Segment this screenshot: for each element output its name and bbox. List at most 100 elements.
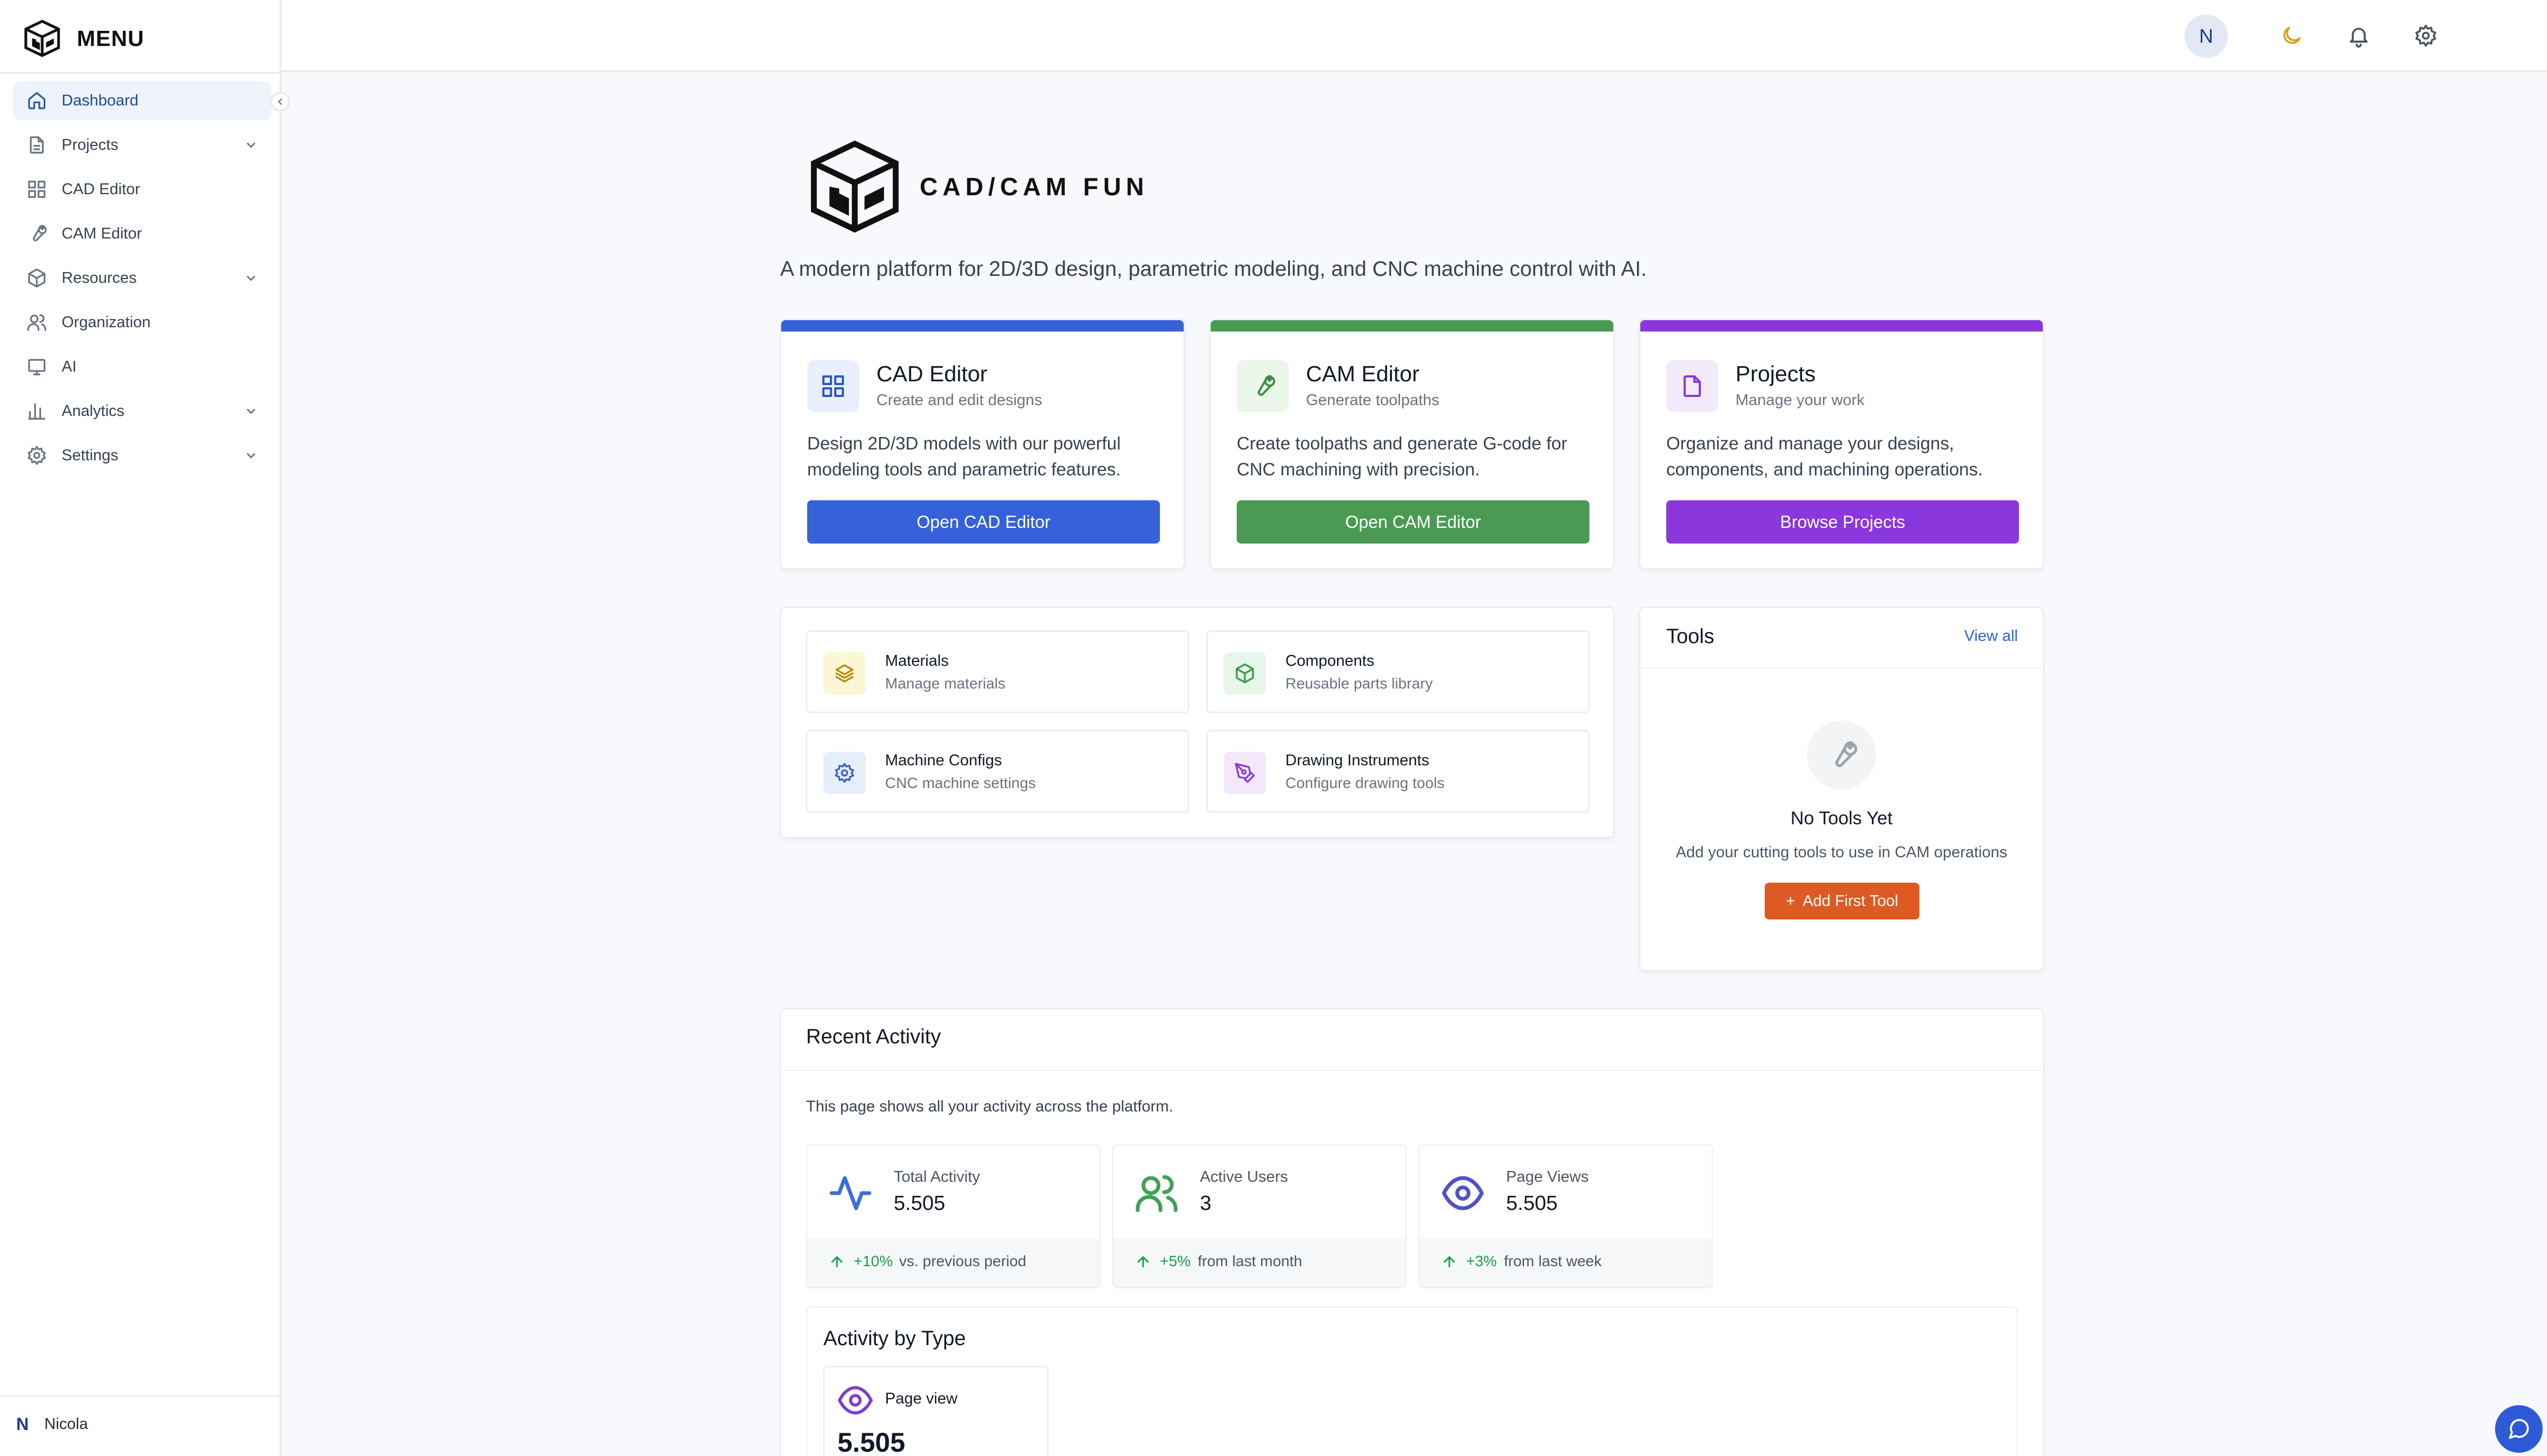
sidebar-item-dashboard[interactable]: Dashboard [13,81,272,120]
gear-icon[interactable] [2412,22,2440,50]
activity-by-type-title: Activity by Type [823,1327,966,1350]
sidebar-user[interactable]: N Nicola [0,1395,280,1456]
wrench-icon [1807,720,1876,790]
stat-comparison: from last month [1198,1253,1302,1269]
card-description: Create toolpaths and generate G-code for… [1237,433,1567,479]
browse-projects-button[interactable]: Browse Projects [1666,500,2019,544]
wrench-icon [26,223,48,244]
card-subtitle: Manage your work [1736,392,1865,409]
stat-label: Page Views [1506,1168,1589,1186]
gear-icon [823,752,866,794]
tools-title: Tools [1666,625,1714,648]
hero-logo: CAD/CAM FUN [806,138,1149,235]
sidebar-item-cad-editor[interactable]: CAD Editor [13,170,272,209]
add-first-tool-button[interactable]: + Add First Tool [1765,883,1919,919]
user-name: Nicola [44,1415,88,1433]
stat-card-page-views: Page Views 5.505 +3% from last week [1418,1144,1713,1288]
eye-icon [1440,1170,1486,1216]
chevron-down-icon[interactable] [243,403,259,419]
sidebar-item-label: AI [62,358,77,375]
quick-link-materials[interactable]: Materials Manage materials [806,631,1189,713]
users-icon [1134,1170,1179,1216]
activity-type-label: Page view [885,1390,958,1407]
activity-type-value: 5.505 [837,1427,906,1456]
card-description: Organize and manage your designs, compon… [1666,433,1983,479]
stat-comparison: vs. previous period [899,1253,1027,1269]
stat-value: 3 [1200,1192,1212,1215]
stat-card-total-activity: Total Activity 5.505 +10% vs. previous p… [806,1144,1100,1288]
quick-link-title: Drawing Instruments [1285,752,1429,769]
divider [1640,667,2043,669]
avatar[interactable]: N [2185,15,2228,58]
cadcam-logo-icon [24,19,60,57]
sidebar-item-resources[interactable]: Resources [13,259,272,297]
activity-icon [828,1170,873,1216]
stat-delta: +10% [854,1253,893,1269]
card-accent-bar [1211,320,1613,332]
quick-link-drawing-instruments[interactable]: Drawing Instruments Configure drawing to… [1206,730,1589,812]
open-cam-editor-button[interactable]: Open CAM Editor [1237,500,1589,544]
chat-bubble-icon [2509,1419,2529,1439]
stat-footer: +3% from last week [1420,1239,1712,1287]
view-all-tools-link[interactable]: View all [1964,627,2018,645]
quick-link-subtitle: Reusable parts library [1285,675,1433,692]
chevron-down-icon[interactable] [243,448,259,463]
cube-icon [1224,652,1266,694]
open-cad-editor-button[interactable]: Open CAD Editor [807,500,1160,544]
stat-label: Total Activity [894,1168,980,1186]
card-title: Projects [1736,361,1816,386]
stat-value: 5.505 [1506,1192,1558,1215]
plus-icon: + [1786,892,1796,910]
file-icon [1666,360,1718,412]
stat-delta: +3% [1466,1253,1497,1269]
bell-icon[interactable] [2345,22,2373,50]
stat-comparison: from last week [1504,1253,1602,1269]
grid-icon [807,360,859,412]
sidebar-brand[interactable]: MENU [23,19,144,57]
sidebar-item-label: Dashboard [62,91,138,109]
quick-link-components[interactable]: Components Reusable parts library [1206,631,1589,713]
empty-state-subtitle: Add your cutting tools to use in CAM ope… [1675,844,2008,861]
sidebar-item-organization[interactable]: Organization [13,303,272,342]
chevron-down-icon[interactable] [243,137,259,153]
quick-link-title: Machine Configs [885,752,1002,769]
grid-icon [26,178,48,200]
sidebar-item-analytics[interactable]: Analytics [13,392,272,431]
file-icon [26,134,48,156]
arrow-up-icon [1441,1254,1457,1270]
sidebar-item-label: Resources [62,269,137,287]
users-icon [26,312,48,333]
empty-state-title: No Tools Yet [1790,808,1893,829]
sidebar-item-label: Settings [62,446,118,464]
quick-link-title: Components [1285,652,1375,670]
eye-icon [836,1381,874,1419]
quick-link-subtitle: Configure drawing tools [1285,775,1445,791]
card-description: Design 2D/3D models with our powerful mo… [807,433,1121,479]
pen-icon [1224,752,1266,794]
moon-icon[interactable] [2278,22,2306,50]
sidebar-item-ai[interactable]: AI [13,347,272,386]
sidebar-collapse-button[interactable] [270,92,290,111]
chevron-down-icon[interactable] [243,270,259,286]
add-tool-label: Add First Tool [1803,892,1898,910]
sidebar-item-settings[interactable]: Settings [13,436,272,475]
sidebar-item-label: Organization [62,313,151,331]
sidebar-item-cam-editor[interactable]: CAM Editor [13,214,272,253]
monitor-icon [26,356,48,378]
recent-activity-description: This page shows all your activity across… [806,1098,1173,1115]
layers-icon [823,652,866,694]
stat-value: 5.505 [894,1192,946,1215]
quick-link-machine-configs[interactable]: Machine Configs CNC machine settings [806,730,1189,812]
sidebar-brand-text: MENU [77,25,144,51]
activity-by-type: Activity by Type Page view 5.505 [806,1307,2018,1456]
quick-link-subtitle: Manage materials [885,675,1006,692]
sidebar-item-projects[interactable]: Projects [13,125,272,164]
stat-label: Active Users [1200,1168,1288,1186]
card-title: CAD Editor [876,361,988,386]
sidebar-item-label: Projects [62,136,118,154]
quick-links-card: Materials Manage materials Components Re… [780,607,1614,838]
arrow-up-icon [829,1254,845,1270]
quick-link-subtitle: CNC machine settings [885,775,1036,791]
logo-title: CAD/CAM FUN [920,173,1149,201]
chat-button[interactable] [2495,1405,2543,1453]
